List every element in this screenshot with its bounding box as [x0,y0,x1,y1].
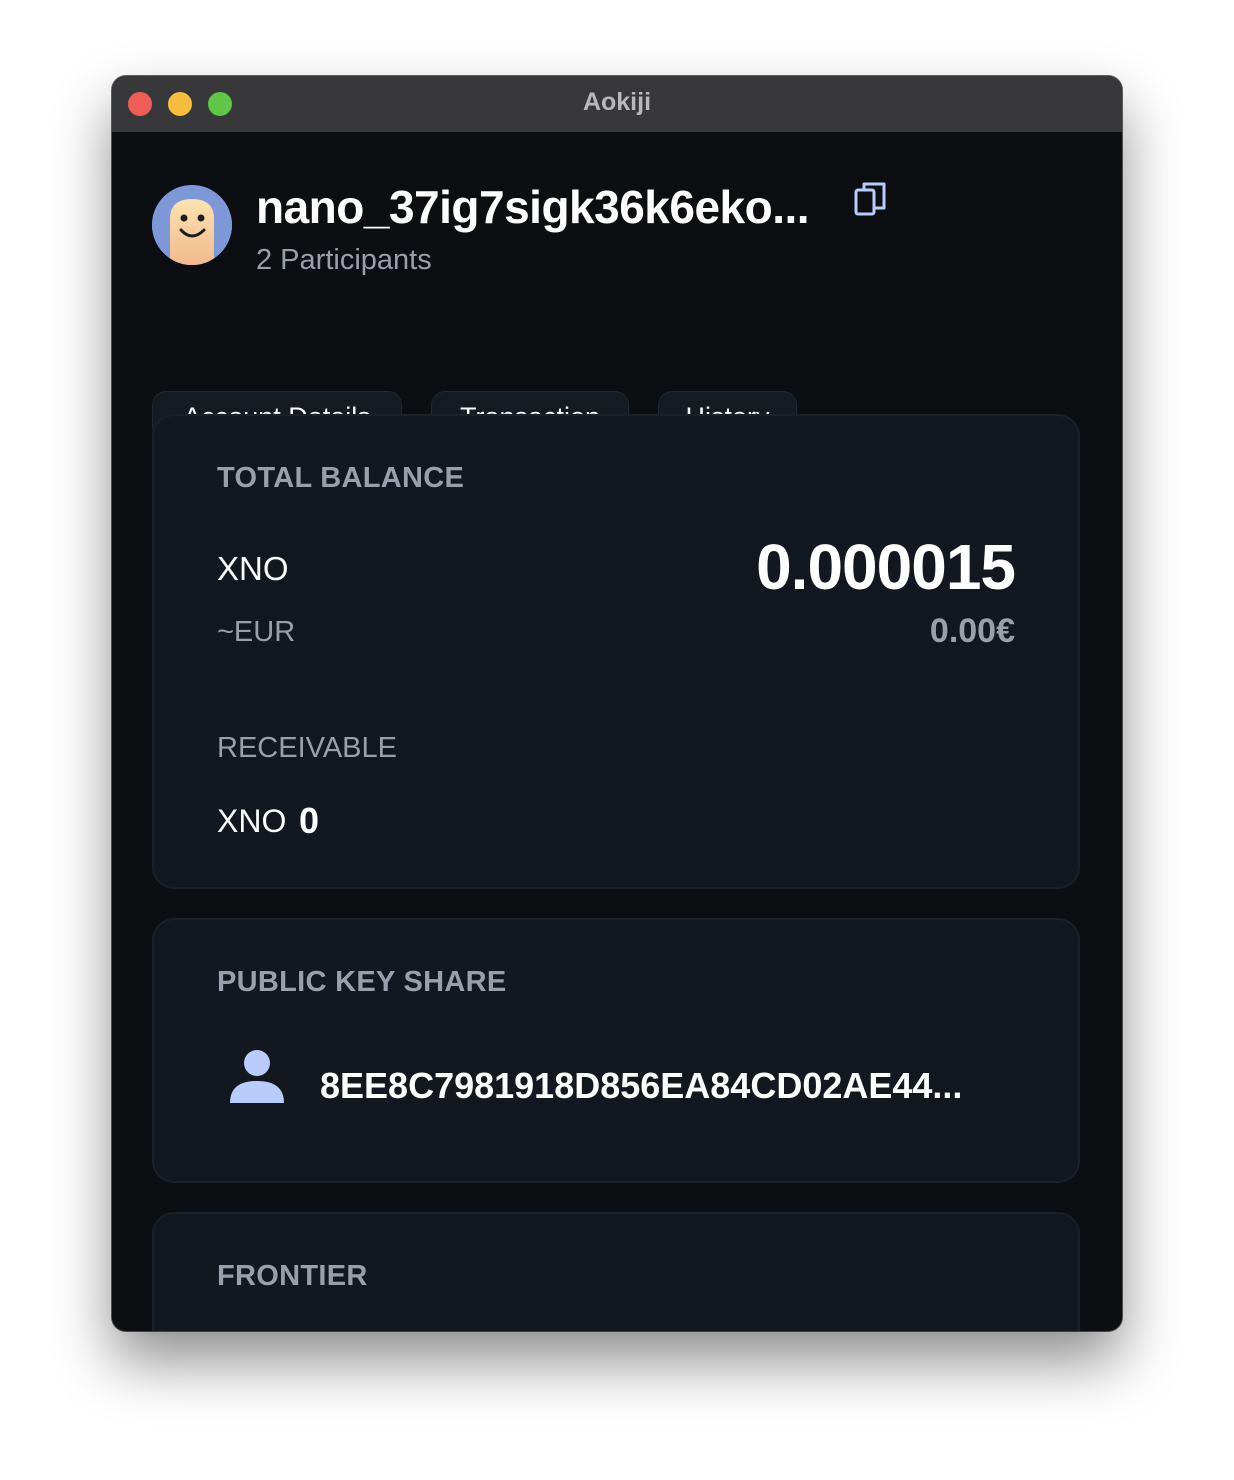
public-key-card: PUBLIC KEY SHARE 8EE8C7981918D856EA84CD0… [152,918,1080,1183]
fiat-label: ~EUR [217,616,296,648]
user-icon [228,1047,286,1105]
receivable-title: RECEIVABLE [217,732,397,764]
fiat-amount: 0.00€ [929,612,1015,650]
public-key-title: PUBLIC KEY SHARE [217,966,507,998]
public-key-value[interactable]: 8EE8C7981918D856EA84CD02AE44... [320,1065,962,1107]
balance-card: TOTAL BALANCE XNO 0.000015 ~EUR 0.00€ RE… [152,414,1080,889]
total-balance-title: TOTAL BALANCE [217,462,465,494]
frontier-title: FRONTIER [217,1260,368,1292]
frontier-card: FRONTIER [152,1212,1080,1331]
smiley-face-avatar-icon [152,185,232,265]
title-bar[interactable]: Aokiji [112,76,1122,132]
balance-currency: XNO [217,550,289,587]
receivable-currency: XNO [217,803,287,839]
participants-count: 2 Participants [256,244,432,276]
copy-icon[interactable] [852,180,892,220]
receivable-amount: 0 [299,800,320,841]
account-name: nano_37ig7sigk36k6eko... [256,181,810,233]
balance-amount: 0.000015 [756,531,1016,603]
window-title: Aokiji [582,88,652,116]
app-window: Aokiji nano_37ig7sigk36k6eko... 2 Partic… [112,76,1122,1331]
main-content: nano_37ig7sigk36k6eko... 2 Participants … [112,132,1122,1331]
